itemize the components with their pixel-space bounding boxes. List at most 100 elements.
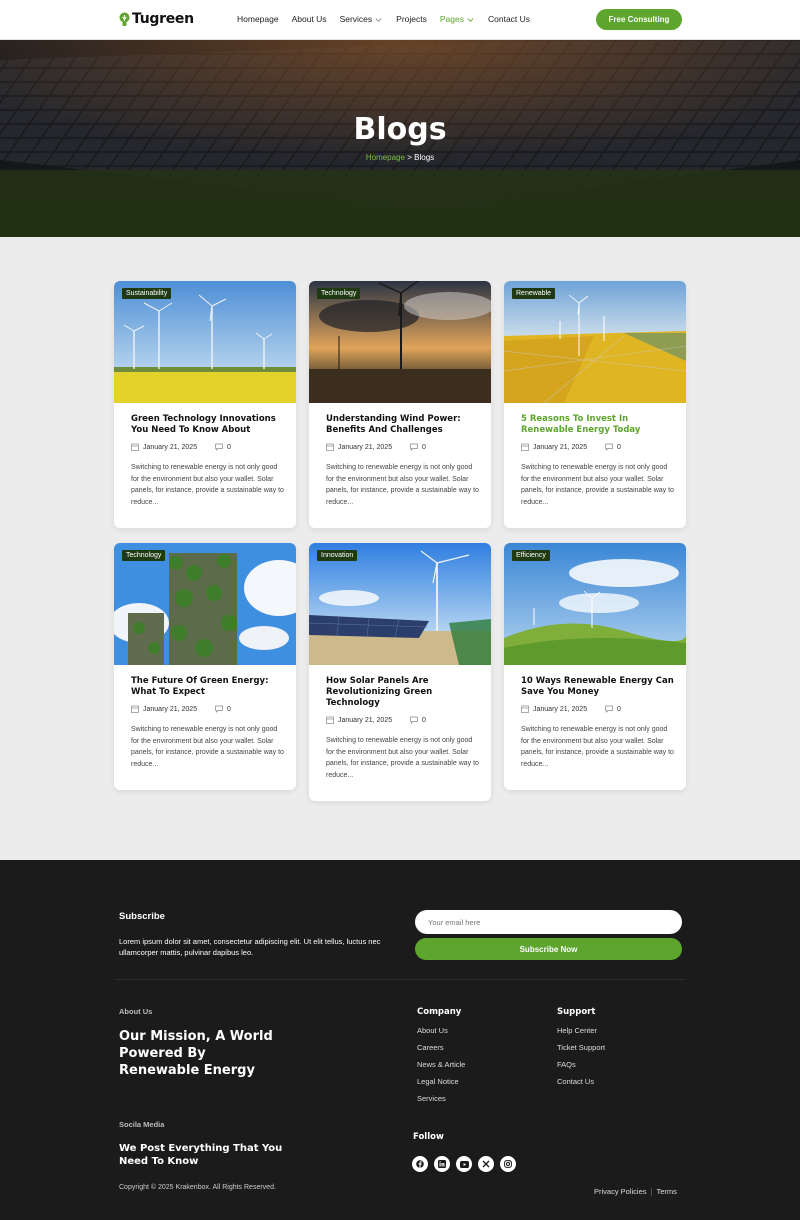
post-date: January 21, 2025 xyxy=(143,705,198,713)
post-meta: January 21, 2025 0 xyxy=(521,443,621,451)
lightbulb-logo-icon xyxy=(119,12,130,26)
youtube-icon[interactable] xyxy=(456,1156,472,1172)
about-label: About Us xyxy=(119,1007,153,1016)
comment-count: 0 xyxy=(617,705,621,713)
breadcrumb-separator: > xyxy=(407,153,412,162)
post-excerpt: Switching to renewable energy is not onl… xyxy=(521,464,674,506)
footer-link-contact-us[interactable]: Contact Us xyxy=(557,1077,594,1086)
free-consulting-button[interactable]: Free Consulting xyxy=(596,9,682,30)
nav-homepage[interactable]: Homepage xyxy=(237,14,279,24)
nav-label: Services xyxy=(339,14,373,24)
post-date: January 21, 2025 xyxy=(533,705,588,713)
footer-link-news[interactable]: News & Article xyxy=(417,1060,465,1069)
calendar-icon xyxy=(326,443,334,451)
page-title: Blogs xyxy=(353,112,447,147)
nav-label: About Us xyxy=(291,14,327,24)
company-title: Company xyxy=(417,1007,462,1017)
comment-count: 0 xyxy=(617,443,621,451)
category-tag[interactable]: Innovation xyxy=(317,550,358,561)
post-meta: January 21, 2025 0 xyxy=(326,443,426,451)
post-date: January 21, 2025 xyxy=(533,443,588,451)
nav-about-us[interactable]: About Us xyxy=(292,14,327,24)
nav-pages[interactable]: Pages xyxy=(440,14,475,24)
calendar-icon xyxy=(326,716,334,724)
privacy-policies-link[interactable]: Privacy Policies xyxy=(594,1187,647,1196)
nav-label: Homepage xyxy=(237,14,279,24)
footer-divider xyxy=(115,979,685,980)
category-tag[interactable]: Technology xyxy=(317,288,361,299)
footer-link-careers[interactable]: Careers xyxy=(417,1043,444,1052)
blog-card[interactable]: Sustainability Green Technology Innovati… xyxy=(114,281,296,528)
subscribe-button[interactable]: Subscribe Now xyxy=(415,938,682,960)
category-tag[interactable]: Renewable xyxy=(512,288,556,299)
instagram-icon[interactable] xyxy=(500,1156,516,1172)
breadcrumb: Homepage > Blogs xyxy=(0,153,800,162)
post-excerpt: Switching to renewable energy is not onl… xyxy=(131,726,284,768)
footer-link-ticket-support[interactable]: Ticket Support xyxy=(557,1043,605,1052)
comment-icon xyxy=(605,705,613,713)
calendar-icon xyxy=(521,443,529,451)
wind-turbine-sunset-image xyxy=(309,281,491,403)
category-tag[interactable]: Sustainability xyxy=(122,288,172,299)
comment-count: 0 xyxy=(422,716,426,724)
copyright: Copyright © 2025 Krakenbox. All Rights R… xyxy=(119,1184,276,1191)
comment-count: 0 xyxy=(227,443,231,451)
blog-card[interactable]: Innovation How Solar Panels Are Revoluti… xyxy=(309,543,491,801)
legal-links: Privacy Policies | Terms xyxy=(594,1187,677,1196)
site-header: Tugreen Homepage About Us Services Proje… xyxy=(0,0,800,40)
footer-link-help-center[interactable]: Help Center xyxy=(557,1026,597,1035)
comment-icon xyxy=(410,716,418,724)
post-title[interactable]: How Solar Panels Are Revolutionizing Gre… xyxy=(326,676,481,709)
blog-card[interactable]: Technology The Future Of Green Energy: W… xyxy=(114,543,296,790)
footer-link-about-us[interactable]: About Us xyxy=(417,1026,448,1035)
chevron-down-icon xyxy=(467,17,474,22)
logo[interactable]: Tugreen xyxy=(119,11,194,27)
subscribe-title: Subscribe xyxy=(119,911,165,922)
comment-count: 0 xyxy=(422,443,426,451)
main-nav: Homepage About Us Services Projects Page… xyxy=(237,14,530,24)
post-title[interactable]: 10 Ways Renewable Energy Can Save You Mo… xyxy=(521,676,676,698)
nav-projects[interactable]: Projects xyxy=(396,14,427,24)
site-footer: Subscribe Lorem ipsum dolor sit amet, co… xyxy=(0,860,800,1220)
social-heading: We Post Everything That You Need To Know xyxy=(119,1143,283,1167)
nav-label: Contact Us xyxy=(487,14,531,24)
comment-count: 0 xyxy=(227,705,231,713)
post-title[interactable]: The Future Of Green Energy: What To Expe… xyxy=(131,676,286,698)
footer-link-legal-notice[interactable]: Legal Notice xyxy=(417,1077,459,1086)
page-hero: Blogs Homepage > Blogs xyxy=(0,40,800,237)
post-title[interactable]: 5 Reasons To Invest In Renewable Energy … xyxy=(521,414,676,436)
support-title: Support xyxy=(557,1007,596,1017)
facebook-icon[interactable] xyxy=(412,1156,428,1172)
nav-contact-us[interactable]: Contact Us xyxy=(488,14,530,24)
mission-heading: Our Mission, A World Powered By Renewabl… xyxy=(119,1029,273,1078)
post-meta: January 21, 2025 0 xyxy=(131,443,231,451)
post-title[interactable]: Understanding Wind Power: Benefits And C… xyxy=(326,414,481,436)
blog-card[interactable]: Efficiency 10 Ways Renewable Energy Can … xyxy=(504,543,686,790)
nav-services[interactable]: Services xyxy=(340,14,384,24)
calendar-icon xyxy=(131,443,139,451)
yellow-fields-turbines-image xyxy=(504,281,686,403)
category-tag[interactable]: Efficiency xyxy=(512,550,550,561)
green-hills-turbines-image xyxy=(504,543,686,665)
post-title[interactable]: Green Technology Innovations You Need To… xyxy=(131,414,286,436)
social-media-label: Socila Media xyxy=(119,1120,165,1129)
linkedin-icon[interactable] xyxy=(434,1156,450,1172)
post-excerpt: Switching to renewable energy is not onl… xyxy=(326,737,479,779)
email-input[interactable] xyxy=(415,910,682,934)
x-icon[interactable] xyxy=(478,1156,494,1172)
category-tag[interactable]: Technology xyxy=(122,550,166,561)
blog-card[interactable]: Technology Understanding Wind Power: Ben… xyxy=(309,281,491,528)
post-meta: January 21, 2025 0 xyxy=(131,705,231,713)
blog-card[interactable]: Renewable 5 Reasons To Invest In Renewab… xyxy=(504,281,686,528)
follow-title: Follow xyxy=(413,1132,444,1142)
calendar-icon xyxy=(131,705,139,713)
footer-link-services[interactable]: Services xyxy=(417,1094,446,1103)
chevron-down-icon xyxy=(375,17,382,22)
comment-icon xyxy=(215,443,223,451)
post-excerpt: Switching to renewable energy is not onl… xyxy=(131,464,284,506)
comment-icon xyxy=(215,705,223,713)
breadcrumb-home-link[interactable]: Homepage xyxy=(366,153,405,162)
logo-text: Tugreen xyxy=(132,11,194,27)
terms-link[interactable]: Terms xyxy=(656,1187,676,1196)
footer-link-faqs[interactable]: FAQs xyxy=(557,1060,576,1069)
